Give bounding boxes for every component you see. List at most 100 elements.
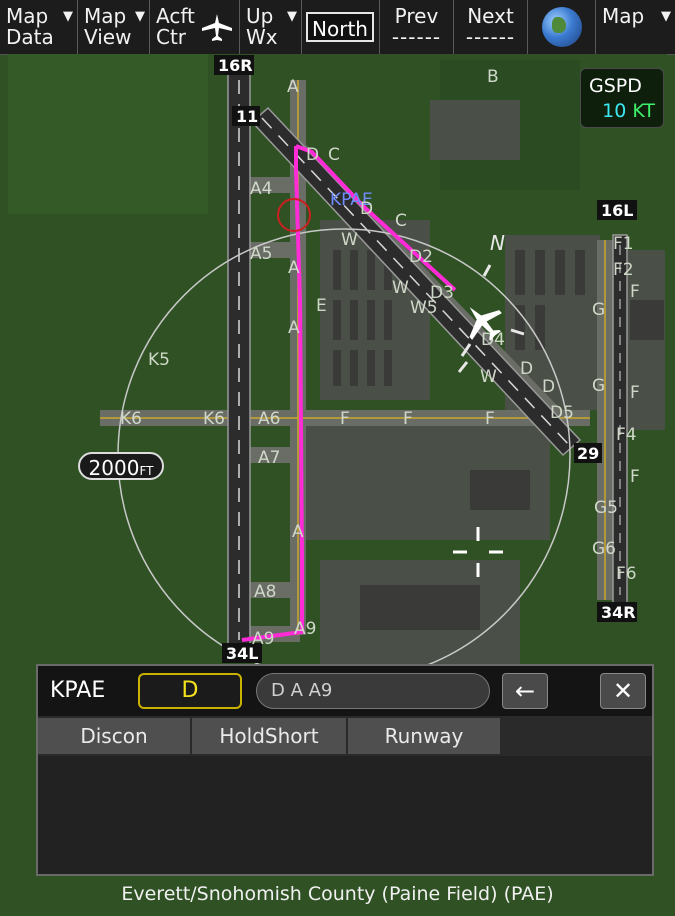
dropdown-caret-icon: ▼ [287, 9, 297, 24]
svg-text:G: G [592, 300, 605, 320]
svg-text:F1: F1 [613, 234, 634, 254]
airport-name-footer: Everett/Snohomish County (Paine Field) (… [0, 876, 675, 916]
range-value: 2000 [88, 456, 140, 480]
close-button[interactable]: ✕ [600, 673, 646, 709]
hold-short-button[interactable]: HoldShort [192, 718, 348, 754]
svg-text:29: 29 [577, 444, 599, 463]
svg-text:D: D [520, 359, 533, 379]
svg-text:16L: 16L [601, 201, 633, 220]
runway-tag-16l: 16L [597, 200, 637, 220]
runway-tag-16r: 16R [214, 55, 254, 75]
close-icon: ✕ [612, 677, 634, 705]
map-data-button[interactable]: Map Data ▼ [0, 0, 78, 54]
svg-text:K5: K5 [148, 350, 170, 370]
runway-button[interactable]: Runway [348, 718, 502, 754]
north-indicator-icon: N [490, 231, 505, 255]
airport-id-label: KPAE [50, 678, 106, 703]
svg-text:A: A [287, 77, 299, 97]
range-ring-label[interactable]: 2000FT [78, 452, 164, 480]
svg-text:16R: 16R [218, 56, 253, 75]
next-value: ------ [465, 25, 516, 49]
svg-text:34R: 34R [601, 603, 636, 622]
svg-text:K6: K6 [120, 409, 142, 429]
airplane-icon [202, 14, 232, 41]
backspace-button[interactable]: ← [502, 673, 548, 709]
globe-button[interactable] [528, 0, 596, 54]
gspd-label: GSPD [589, 75, 642, 97]
svg-text:F: F [630, 383, 640, 403]
route-input[interactable]: D A A9 [256, 673, 490, 709]
top-toolbar: Map Data ▼ Map View ▼ Acft Ctr Up Wx ▼ N… [0, 0, 675, 55]
next-label: Next [467, 4, 514, 28]
svg-text:A: A [288, 318, 300, 338]
svg-text:F: F [340, 409, 350, 429]
svg-text:A9: A9 [294, 619, 316, 639]
svg-text:D2: D2 [409, 247, 433, 267]
route-entry-bar: KPAE D D A A9 ← ✕ [38, 666, 652, 716]
gspd-value: 10 KT [602, 100, 655, 122]
svg-text:F: F [485, 409, 495, 429]
dropdown-caret-icon: ▼ [63, 9, 73, 24]
svg-text:F4: F4 [616, 425, 637, 445]
taxi-route-panel: KPAE D D A A9 ← ✕ Discon HoldShort Runwa… [36, 664, 654, 876]
gspd-number: 10 [602, 100, 627, 122]
svg-text:W: W [341, 230, 358, 250]
svg-text:G: G [592, 376, 605, 396]
svg-text:A8: A8 [254, 582, 276, 602]
svg-text:11: 11 [236, 107, 258, 126]
svg-text:C: C [328, 145, 340, 165]
svg-text:F: F [630, 282, 640, 302]
map-view-label-2: View [84, 25, 132, 49]
svg-text:F: F [630, 467, 640, 487]
svg-text:A9: A9 [252, 629, 274, 649]
svg-text:D3: D3 [430, 283, 454, 303]
runway-tag-34r: 34R [597, 602, 637, 622]
svg-text:C: C [395, 211, 407, 231]
map-view-button[interactable]: Map View ▼ [78, 0, 150, 54]
svg-text:D: D [306, 145, 319, 165]
runway-tag-11: 11 [232, 106, 260, 126]
svg-text:W: W [480, 367, 497, 387]
ground-speed-readout: GSPD 10 KT [580, 68, 664, 128]
discon-button[interactable]: Discon [38, 718, 192, 754]
svg-text:D: D [360, 199, 373, 219]
svg-text:A: A [292, 522, 304, 542]
up-wx-button[interactable]: Up Wx ▼ [240, 0, 302, 54]
svg-text:D: D [542, 377, 555, 397]
prev-label: Prev [394, 4, 439, 28]
svg-text:G5: G5 [594, 498, 618, 518]
svg-text:A: A [288, 258, 300, 278]
aircraft-center-button[interactable]: Acft Ctr [150, 0, 240, 54]
route-option-tabs: Discon HoldShort Runway [38, 718, 652, 756]
svg-text:K6: K6 [203, 409, 225, 429]
route-options-area [38, 756, 652, 874]
next-button[interactable]: Next ------ [454, 0, 528, 54]
runway-16r-34l [227, 69, 251, 651]
svg-text:A4: A4 [250, 179, 272, 199]
globe-icon [542, 7, 582, 47]
svg-text:E: E [316, 296, 327, 316]
gspd-unit: KT [632, 100, 655, 122]
dropdown-caret-icon: ▼ [661, 9, 671, 24]
svg-text:B: B [487, 67, 499, 87]
svg-text:F6: F6 [616, 564, 637, 584]
taxiway-selector-button[interactable]: D [138, 673, 242, 709]
svg-text:D5: D5 [550, 403, 574, 423]
dropdown-caret-icon: ▼ [135, 9, 145, 24]
up-wx-label-2: Wx [246, 25, 278, 49]
range-unit: FT [139, 464, 154, 478]
runway-tag-29: 29 [574, 443, 602, 463]
airport-moving-map[interactable]: 16R 11 16L 29 34R 34L KPAE A B C D C A4 … [8, 54, 667, 682]
map-button[interactable]: Map ▼ [596, 0, 675, 54]
svg-text:W: W [392, 278, 409, 298]
svg-text:A6: A6 [258, 409, 280, 429]
prev-button[interactable]: Prev ------ [380, 0, 454, 54]
prev-value: ------ [391, 25, 442, 49]
svg-text:G6: G6 [592, 539, 616, 559]
svg-text:A7: A7 [258, 448, 280, 468]
north-up-button[interactable]: North [306, 12, 374, 42]
efb-taxi-map-screen: Map Data ▼ Map View ▼ Acft Ctr Up Wx ▼ N… [0, 0, 675, 916]
backspace-icon: ← [514, 677, 536, 705]
svg-text:A5: A5 [250, 244, 272, 264]
svg-text:F: F [403, 409, 413, 429]
